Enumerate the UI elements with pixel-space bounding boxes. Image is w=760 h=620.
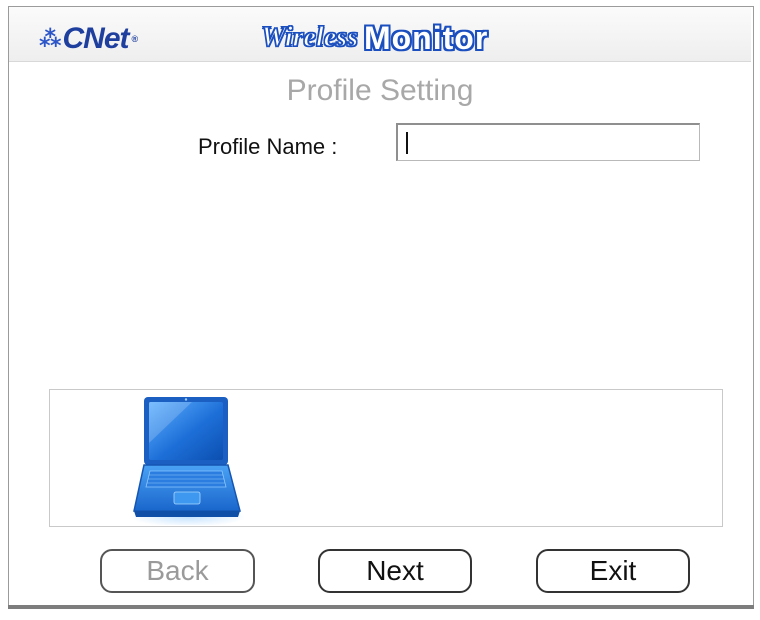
brand-name: CNet — [62, 22, 130, 55]
brand-logo: ⁂ CNet ® — [39, 22, 139, 55]
text-caret — [406, 132, 408, 154]
next-button[interactable]: Next — [318, 549, 472, 593]
app-title-monitor: Monitor — [363, 19, 489, 56]
illustration-panel — [49, 389, 723, 527]
cnet-grid-logo-icon: ⁂ — [39, 26, 61, 51]
exit-button[interactable]: Exit — [536, 549, 690, 593]
laptop-icon — [130, 393, 246, 527]
back-button[interactable]: Back — [100, 549, 255, 593]
page-title: Profile Setting — [286, 74, 474, 107]
window-shadow — [8, 605, 754, 609]
app-title-wireless: Wireless — [260, 21, 358, 53]
profile-name-input[interactable] — [396, 123, 700, 161]
profile-name-label: Profile Name : — [198, 134, 338, 159]
registered-mark: ® — [131, 34, 139, 44]
app-title: Wireless Monitor — [260, 19, 489, 57]
header-bar: ⁂ CNet ® Wireless Monitor — [9, 7, 751, 62]
